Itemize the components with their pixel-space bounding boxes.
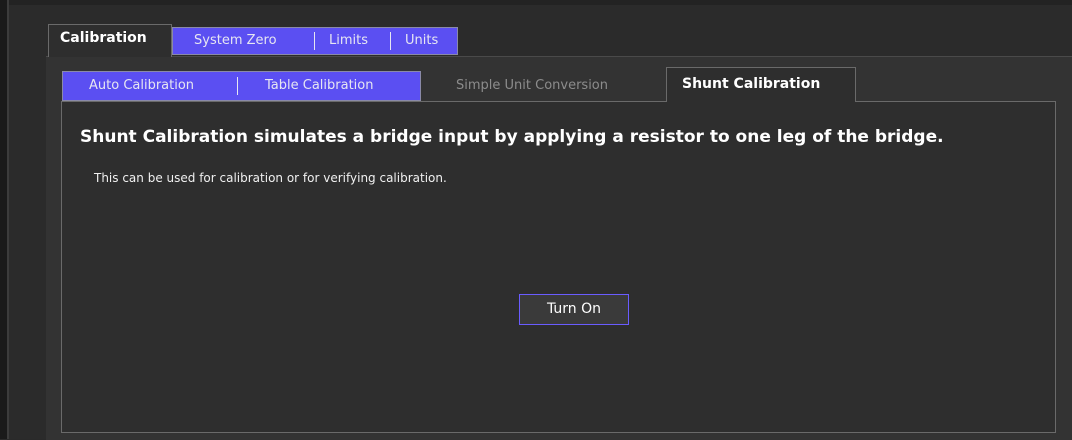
top-tab-group: System Zero Limits Units [172,27,458,55]
turn-on-button[interactable]: Turn On [519,294,629,325]
shunt-headline: Shunt Calibration simulates a bridge inp… [80,127,944,147]
tab-separator [390,32,391,50]
tab-calibration[interactable]: Calibration [48,24,172,57]
tab-limits[interactable]: Limits [329,33,368,48]
tab-simple-unit-conversion[interactable]: Simple Unit Conversion [437,71,655,101]
shunt-description: This can be used for calibration or for … [94,171,447,185]
tab-system-zero[interactable]: System Zero [194,33,277,48]
tab-shunt-calibration[interactable]: Shunt Calibration [666,67,856,102]
tab-units[interactable]: Units [405,33,438,48]
tab-separator [237,77,238,95]
sub-tab-group: Auto Calibration Table Calibration [62,71,421,101]
tab-separator [314,32,315,50]
tab-table-calibration[interactable]: Table Calibration [265,78,373,93]
tab-auto-calibration[interactable]: Auto Calibration [89,78,194,93]
shunt-calibration-panel [61,101,1056,433]
window-left-frame [0,0,7,439]
